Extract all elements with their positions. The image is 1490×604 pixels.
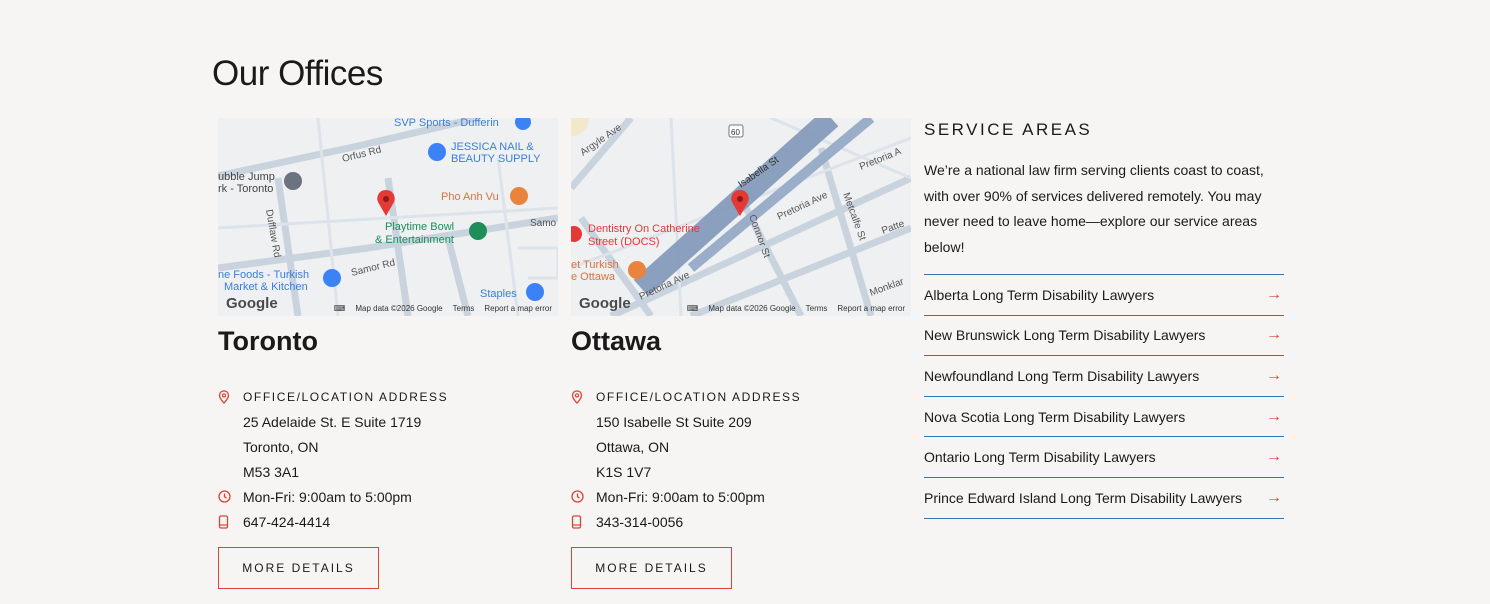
map-ottawa-graphic: Argyle Ave 60 Isabella St Pretoria A Den… [571,118,911,316]
arrow-right-icon: → [1266,326,1282,344]
map-toronto-graphic: SVP Sports - Dufferin JESSICA NAIL & BEA… [218,118,558,316]
map-terms-link[interactable]: Terms [806,304,828,313]
svg-text:Market & Kitchen: Market & Kitchen [224,281,308,293]
service-link-label: Ontario Long Term Disability Lawyers [924,449,1156,466]
more-details-button[interactable]: MORE DETAILS [571,547,732,589]
service-areas-list: Alberta Long Term Disability Lawyers → N… [924,274,1284,519]
svg-text:ubble Jump: ubble Jump [218,171,275,183]
service-link-label: Newfoundland Long Term Disability Lawyer… [924,367,1200,384]
svg-text:e Ottawa: e Ottawa [571,271,616,283]
location-pin-icon [218,389,243,404]
service-link-ontario[interactable]: Ontario Long Term Disability Lawyers → [924,437,1284,478]
keyboard-icon[interactable]: ⌨ [687,304,699,313]
service-link-alberta[interactable]: Alberta Long Term Disability Lawyers → [924,275,1284,316]
office-ottawa: Argyle Ave 60 Isabella St Pretoria A Den… [571,118,911,589]
phone-row: 647-424-4414 [218,509,558,534]
clock-icon [571,490,596,503]
arrow-right-icon: → [1266,488,1282,506]
address-label-row: OFFICE/LOCATION ADDRESS [571,384,911,409]
svg-text:Pho Anh Vu: Pho Anh Vu [441,191,499,203]
svg-text:et Turkish: et Turkish [571,259,619,271]
service-link-label: New Brunswick Long Term Disability Lawye… [924,327,1206,344]
svg-text:Playtime Bowl: Playtime Bowl [385,221,454,233]
address-label-row: OFFICE/LOCATION ADDRESS [218,384,558,409]
svg-text:60: 60 [731,128,740,137]
office-info: OFFICE/LOCATION ADDRESS 25 Adelaide St. … [218,384,558,534]
keyboard-icon[interactable]: ⌨ [334,304,346,313]
phone-icon [571,514,596,529]
hours-row: Mon-Fri: 9:00am to 5:00pm [218,484,558,509]
service-link-label: Nova Scotia Long Term Disability Lawyers [924,408,1186,425]
hours-row: Mon-Fri: 9:00am to 5:00pm [571,484,911,509]
arrow-right-icon: → [1266,448,1282,466]
svg-text:BEAUTY SUPPLY: BEAUTY SUPPLY [451,153,541,165]
service-areas-title: SERVICE AREAS [924,120,1093,139]
service-link-label: Alberta Long Term Disability Lawyers [924,286,1155,303]
svg-text:Samo: Samo [530,218,557,229]
map-report-link[interactable]: Report a map error [484,304,552,313]
svg-text:rk - Toronto: rk - Toronto [218,183,273,195]
svg-text:Street (DOCS): Street (DOCS) [588,236,660,248]
map-data: Map data ©2026 Google [355,304,443,313]
map-terms-link[interactable]: Terms [453,304,475,313]
section-title: Our Offices [212,54,383,93]
address-line2: Toronto, ON [243,438,319,455]
address-label: OFFICE/LOCATION ADDRESS [243,389,449,404]
phone-row: 343-314-0056 [571,509,911,534]
address-label: OFFICE/LOCATION ADDRESS [596,389,802,404]
svg-text:Staples: Staples [480,288,517,300]
city-title: Ottawa [571,326,662,356]
service-link-newfoundland[interactable]: Newfoundland Long Term Disability Lawyer… [924,356,1284,397]
phone-icon [218,514,243,529]
city-title: Toronto [218,326,318,356]
svg-text:& Entertainment: & Entertainment [375,234,454,246]
google-logo: Google [579,295,631,312]
phone-number[interactable]: 343-314-0056 [596,514,683,530]
service-link-new-brunswick[interactable]: New Brunswick Long Term Disability Lawye… [924,316,1284,357]
phone-number[interactable]: 647-424-4414 [243,514,330,530]
service-areas: SERVICE AREAS We’re a national law firm … [924,118,1284,519]
service-link-nova-scotia[interactable]: Nova Scotia Long Term Disability Lawyers… [924,397,1284,438]
address-line2: Ottawa, ON [596,438,670,455]
map-report-link[interactable]: Report a map error [837,304,905,313]
map-footer: ⌨ Map data ©2026 Google Terms Report a m… [334,304,552,313]
map-data: Map data ©2026 Google [708,304,796,313]
address-line1: 150 Isabelle St Suite 209 [596,413,752,430]
svg-text:JESSICA NAIL &: JESSICA NAIL & [451,141,534,153]
service-areas-description: We’re a national law firm serving client… [924,162,1264,255]
clock-icon [218,490,243,503]
map-label: SVP Sports - Dufferin [394,118,499,129]
office-toronto: SVP Sports - Dufferin JESSICA NAIL & BEA… [218,118,558,589]
svg-text:ne Foods - Turkish: ne Foods - Turkish [218,269,309,281]
hours: Mon-Fri: 9:00am to 5:00pm [243,488,412,505]
arrow-right-icon: → [1266,366,1282,384]
service-link-label: Prince Edward Island Long Term Disabilit… [924,489,1242,506]
postal-code: K1S 1V7 [596,463,652,480]
google-logo: Google [226,295,278,312]
svg-text:Dentistry On Catherine: Dentistry On Catherine [588,223,700,235]
hours: Mon-Fri: 9:00am to 5:00pm [596,488,765,505]
office-info: OFFICE/LOCATION ADDRESS 150 Isabelle St … [571,384,911,534]
location-pin-icon [571,389,596,404]
map-ottawa[interactable]: Argyle Ave 60 Isabella St Pretoria A Den… [571,118,911,316]
map-toronto[interactable]: SVP Sports - Dufferin JESSICA NAIL & BEA… [218,118,558,316]
address-line1: 25 Adelaide St. E Suite 1719 [243,413,422,430]
service-link-pei[interactable]: Prince Edward Island Long Term Disabilit… [924,478,1284,519]
map-footer: ⌨ Map data ©2026 Google Terms Report a m… [687,304,905,313]
postal-code: M53 3A1 [243,463,300,480]
more-details-button[interactable]: MORE DETAILS [218,547,379,589]
arrow-right-icon: → [1266,407,1282,425]
arrow-right-icon: → [1266,285,1282,303]
